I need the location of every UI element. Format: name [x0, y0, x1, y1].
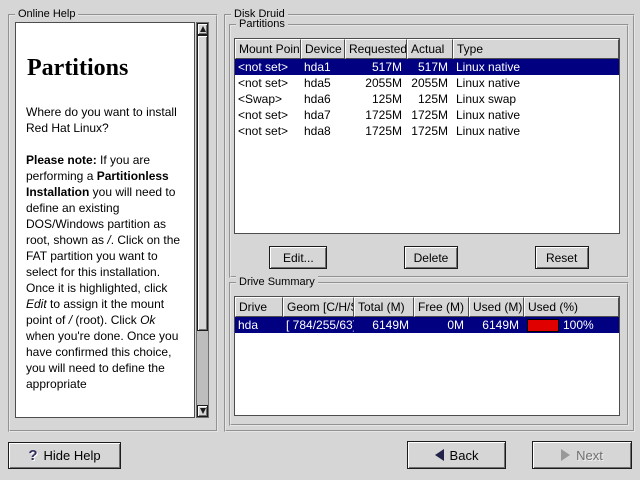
column-header-free: Free (M): [414, 297, 469, 317]
scroll-down-button[interactable]: [197, 405, 208, 417]
next-arrow-icon: [561, 449, 570, 461]
cell: <not set>: [235, 75, 301, 91]
back-button[interactable]: Back: [407, 441, 506, 469]
scrollbar-thumb[interactable]: [197, 35, 208, 331]
online-help-panel: Online Help Partitions Where do you want…: [8, 14, 218, 432]
cell: 1725M: [345, 123, 407, 139]
help-text-area: Partitions Where do you want to install …: [15, 22, 195, 418]
cell: [ 784/255/63]: [283, 317, 354, 333]
partitions-buttons: Edit... Delete Reset: [231, 246, 627, 269]
cell: hda7: [301, 107, 345, 123]
column-header-device: Device: [301, 39, 345, 59]
next-button[interactable]: Next: [532, 441, 632, 469]
cell: 6149M: [354, 317, 414, 333]
cell: 6149M: [469, 317, 524, 333]
help-scrollbar[interactable]: [196, 22, 209, 418]
drive-row-hda[interactable]: hda[ 784/255/63]6149M0M6149M100%: [235, 317, 619, 333]
drive-summary-frame-title: Drive Summary: [236, 276, 318, 289]
column-header-actual: Actual: [407, 39, 453, 59]
used-percent-label: 100%: [563, 317, 594, 333]
column-header-type: Type: [453, 39, 619, 59]
next-label: Next: [576, 448, 603, 463]
partition-row-hda7[interactable]: <not set>hda71725M1725MLinux native: [235, 107, 619, 123]
help-paragraph: Please note: If you are performing a Par…: [26, 152, 184, 392]
help-paragraph: Where do you want to install Red Hat Lin…: [26, 104, 184, 136]
column-header-used-m: Used (M): [469, 297, 524, 317]
used-percent-cell: 100%: [524, 317, 619, 333]
cell: <not set>: [235, 59, 301, 75]
partition-row-hda6[interactable]: <Swap>hda6125M125MLinux swap: [235, 91, 619, 107]
hide-help-label: Hide Help: [44, 448, 101, 463]
cell: <not set>: [235, 107, 301, 123]
delete-button[interactable]: Delete: [404, 246, 458, 269]
drive-summary-table: Drive Geom [C/H/S] Total (M) Free (M) Us…: [234, 296, 620, 416]
cell: hda8: [301, 123, 345, 139]
cell: 0M: [414, 317, 469, 333]
cell: Linux native: [453, 75, 619, 91]
partition-row-hda8[interactable]: <not set>hda81725M1725MLinux native: [235, 123, 619, 139]
cell: Linux native: [453, 107, 619, 123]
cell: 517M: [407, 59, 453, 75]
edit-button[interactable]: Edit...: [269, 246, 327, 269]
partition-row-hda5[interactable]: <not set>hda52055M2055MLinux native: [235, 75, 619, 91]
scroll-up-icon: [200, 26, 206, 32]
scroll-up-button[interactable]: [197, 23, 208, 35]
cell: 517M: [345, 59, 407, 75]
reset-button[interactable]: Reset: [535, 246, 589, 269]
column-header-requested: Requested: [345, 39, 407, 59]
partitions-rows: <not set>hda1517M517MLinux native<not se…: [235, 59, 619, 139]
help-body: Where do you want to install Red Hat Lin…: [26, 104, 184, 392]
scroll-down-icon: [200, 408, 206, 414]
column-header-mount-point: Mount Point: [235, 39, 301, 59]
cell: 1725M: [407, 123, 453, 139]
cell: Linux native: [453, 59, 619, 75]
cell: hda: [235, 317, 283, 333]
partition-row-hda1[interactable]: <not set>hda1517M517MLinux native: [235, 59, 619, 75]
cell: 1725M: [345, 107, 407, 123]
cell: hda1: [301, 59, 345, 75]
cell: 125M: [407, 91, 453, 107]
back-arrow-icon: [435, 449, 444, 461]
cell: 2055M: [345, 75, 407, 91]
used-percent-bar: [527, 319, 559, 332]
installer-screen: Online Help Partitions Where do you want…: [0, 0, 640, 480]
help-heading: Partitions: [27, 55, 184, 82]
partitions-table: Mount Point Device Requested Actual Type…: [234, 38, 620, 234]
column-header-geom: Geom [C/H/S]: [283, 297, 354, 317]
cell: <not set>: [235, 123, 301, 139]
question-mark-icon: ?: [28, 447, 37, 464]
partitions-frame-title: Partitions: [236, 18, 288, 31]
drive-summary-rows: hda[ 784/255/63]6149M0M6149M100%: [235, 317, 619, 333]
drive-summary-header-row: Drive Geom [C/H/S] Total (M) Free (M) Us…: [235, 297, 619, 317]
partitions-section: Partitions Mount Point Device Requested …: [229, 24, 629, 278]
column-header-used-pct: Used (%): [524, 297, 619, 317]
cell: 125M: [345, 91, 407, 107]
cell: Linux swap: [453, 91, 619, 107]
online-help-frame-title: Online Help: [15, 8, 78, 21]
column-header-drive: Drive: [235, 297, 283, 317]
cell: hda5: [301, 75, 345, 91]
cell: <Swap>: [235, 91, 301, 107]
disk-druid-panel: Disk Druid Partitions Mount Point Device…: [224, 14, 635, 432]
column-header-total: Total (M): [354, 297, 414, 317]
back-label: Back: [450, 448, 479, 463]
cell: Linux native: [453, 123, 619, 139]
cell: 1725M: [407, 107, 453, 123]
cell: hda6: [301, 91, 345, 107]
cell: 2055M: [407, 75, 453, 91]
drive-summary-section: Drive Summary Drive Geom [C/H/S] Total (…: [229, 282, 629, 426]
hide-help-button[interactable]: ? Hide Help: [8, 442, 121, 469]
partitions-header-row: Mount Point Device Requested Actual Type: [235, 39, 619, 59]
